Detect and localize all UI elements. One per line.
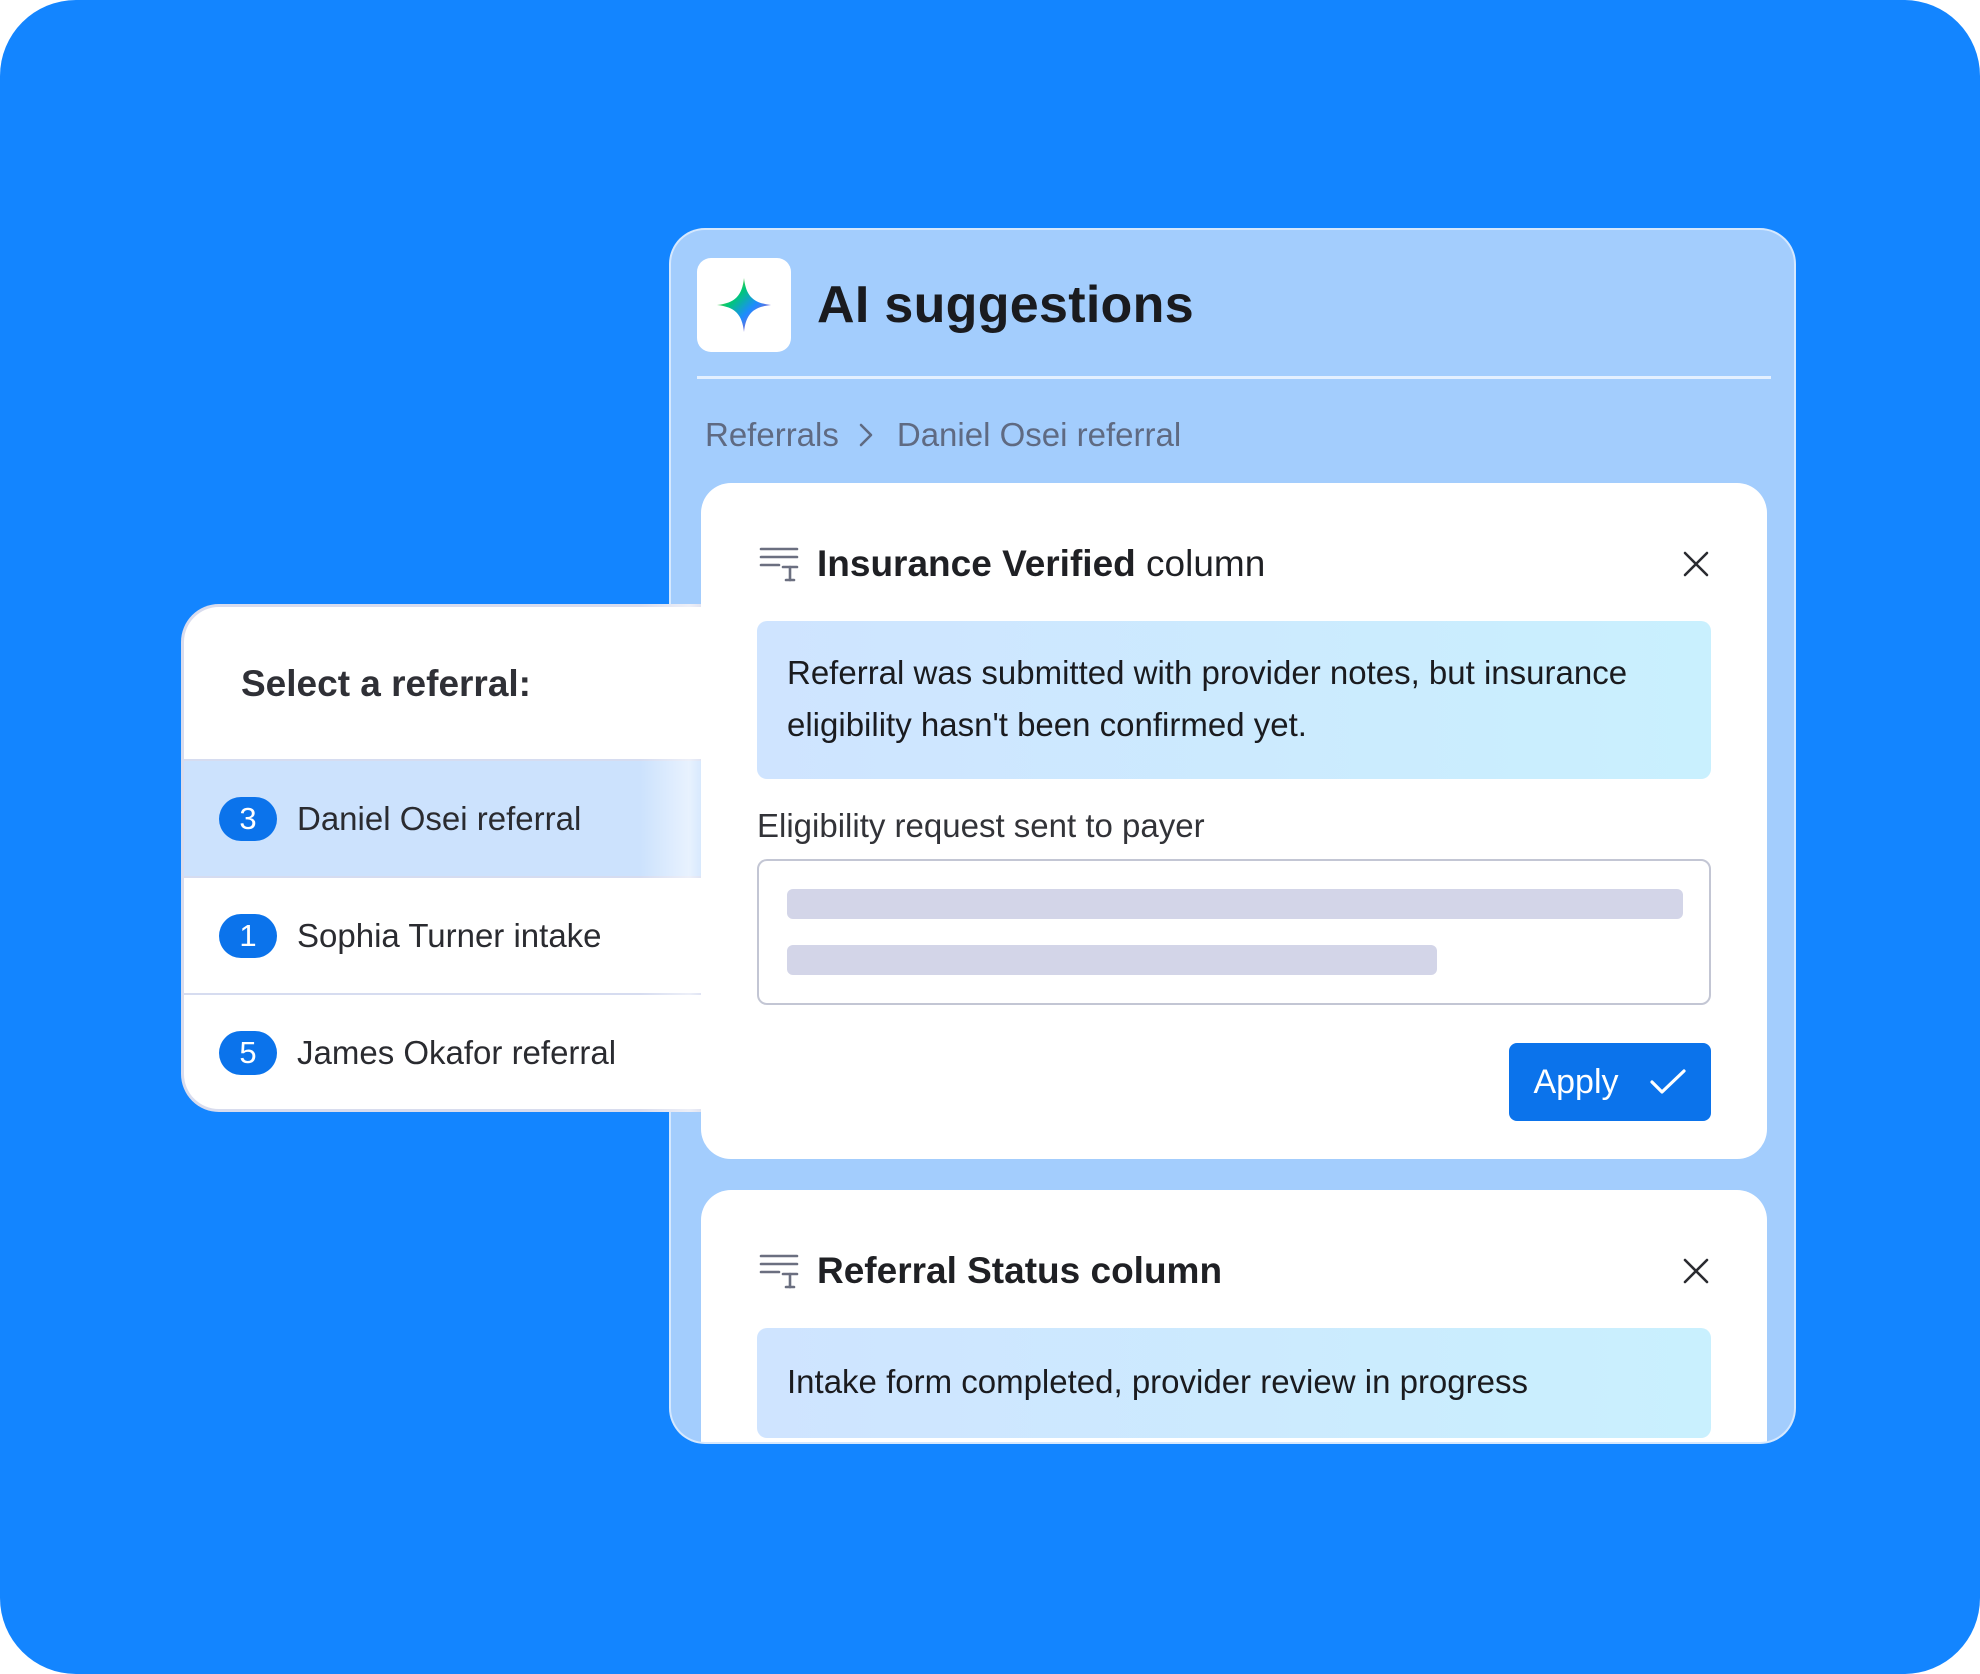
chevron-right-icon: [857, 421, 875, 449]
panel-title: AI suggestions: [817, 276, 1194, 334]
referral-item-james-okafor[interactable]: 5 James Okafor referral: [184, 993, 701, 1109]
selector-title: Select a referral:: [241, 663, 532, 704]
breadcrumb-current: Daniel Osei referral: [896, 416, 1182, 453]
skeleton-line: [787, 945, 1437, 975]
card-title: Insurance Verified column: [817, 543, 1266, 584]
sparkle-icon: [697, 258, 791, 352]
column-text-icon: [759, 1251, 801, 1291]
card-header: Referral Status column: [759, 1246, 1717, 1296]
header-divider: [697, 376, 1771, 379]
ai-suggestion-text: Referral was submitted with provider not…: [757, 621, 1711, 779]
referral-label: James Okafor referral: [297, 1033, 617, 1071]
count-badge: 1: [219, 913, 277, 958]
panel-header: AI suggestions: [697, 258, 1194, 352]
eligibility-text-field[interactable]: [757, 859, 1711, 1005]
close-button[interactable]: [1675, 1250, 1717, 1292]
column-text-icon: [759, 544, 801, 584]
breadcrumb-referrals[interactable]: Referrals: [705, 416, 839, 454]
referral-label: Daniel Osei referral: [297, 799, 582, 837]
count-badge: 5: [219, 1030, 277, 1075]
referral-selector: Select a referral: 3 Daniel Osei referra…: [181, 604, 701, 1112]
apply-label: Apply: [1533, 1062, 1619, 1101]
skeleton-line: [787, 889, 1683, 919]
ai-suggestion-text: Intake form completed, provider review i…: [757, 1328, 1711, 1438]
apply-button[interactable]: Apply: [1509, 1043, 1711, 1121]
referral-item-sophia-turner[interactable]: 1 Sophia Turner intake: [184, 876, 701, 993]
close-icon: [1683, 551, 1709, 577]
check-icon: [1649, 1069, 1686, 1094]
suggestion-card-insurance: Insurance Verified column Referral was s…: [701, 483, 1767, 1159]
close-button[interactable]: [1675, 543, 1717, 585]
suggestion-card-status: Referral Status column Intake form compl…: [701, 1190, 1767, 1442]
card-title: Referral Status column: [817, 1250, 1223, 1291]
card-header: Insurance Verified column: [759, 539, 1717, 589]
count-badge: 3: [219, 796, 277, 841]
close-icon: [1683, 1258, 1709, 1284]
ai-suggestions-panel: AI suggestions Referrals Daniel Osei ref…: [669, 228, 1796, 1444]
referral-item-daniel-osei[interactable]: 3 Daniel Osei referral: [184, 759, 701, 876]
field-label: Eligibility request sent to payer: [757, 807, 1205, 844]
background-canvas: AI suggestions Referrals Daniel Osei ref…: [0, 0, 1980, 1674]
breadcrumb: Referrals Daniel Osei referral: [705, 410, 1181, 460]
referral-label: Sophia Turner intake: [297, 916, 602, 954]
